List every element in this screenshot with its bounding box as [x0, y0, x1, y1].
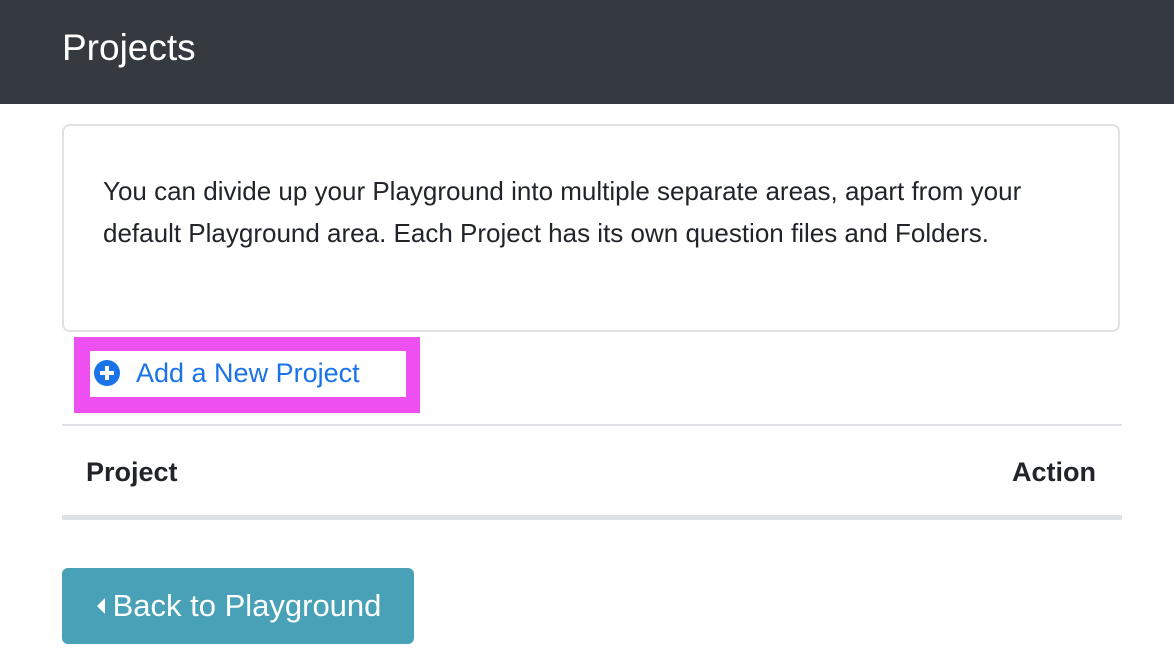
- back-to-playground-button[interactable]: Back to Playground: [62, 568, 414, 644]
- back-to-playground-label: Back to Playground: [112, 588, 382, 623]
- column-header-project: Project: [86, 457, 178, 487]
- info-card: You can divide up your Playground into m…: [62, 124, 1120, 332]
- page-title: Projects: [62, 27, 196, 68]
- plus-circle-icon: [94, 360, 120, 386]
- caret-left-icon: [96, 598, 105, 614]
- add-new-project-label: Add a New Project: [136, 357, 360, 388]
- table-top-border: [62, 424, 1122, 426]
- table-header-border: [62, 515, 1122, 520]
- column-header-action: Action: [1012, 457, 1096, 487]
- top-navbar: Projects: [0, 0, 1174, 104]
- info-text: You can divide up your Playground into m…: [103, 176, 1022, 248]
- add-new-project-link[interactable]: Add a New Project: [94, 353, 360, 393]
